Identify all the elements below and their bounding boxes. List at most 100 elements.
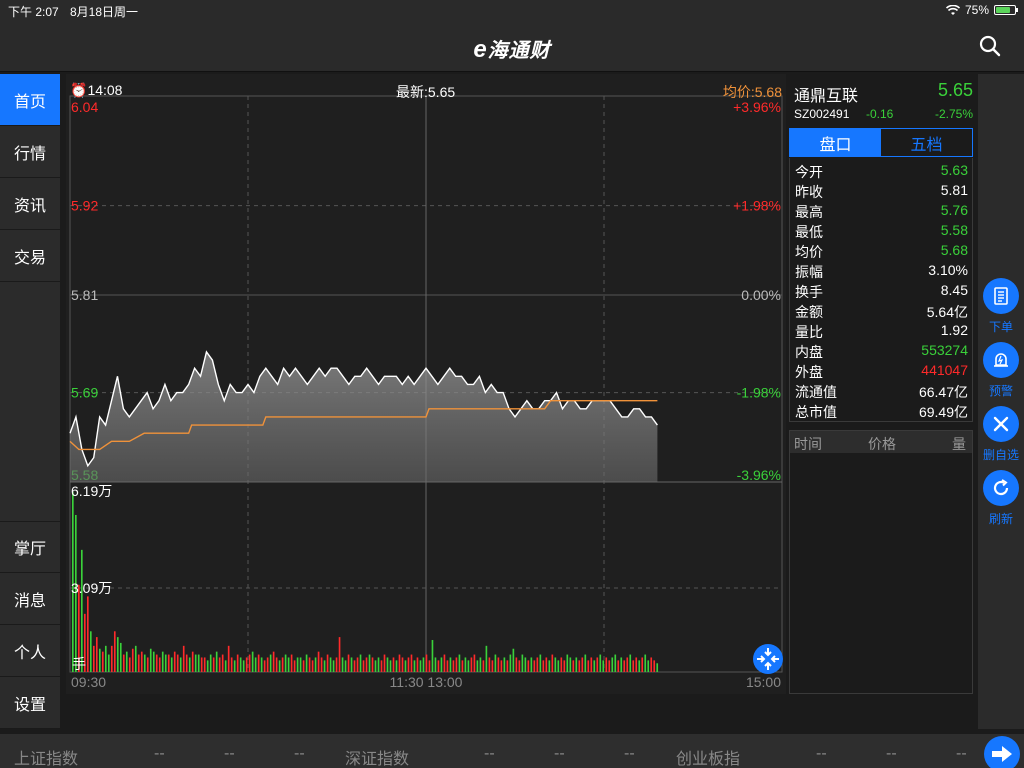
sidebar: 首页 行情 资讯 交易 掌厅 消息 个人 设置 <box>0 74 60 729</box>
stat-row: 金额 5.64亿 <box>790 300 972 320</box>
stat-label: 量比 <box>795 324 823 340</box>
volume-bar <box>563 660 566 672</box>
ticker-sz-name: 深证指数 <box>345 751 410 768</box>
fullscreen-button[interactable] <box>753 644 783 674</box>
place-order-label: 下单 <box>988 320 1013 334</box>
sidebar-item-hall[interactable]: 掌厅 <box>0 521 60 573</box>
remove-watchlist-button[interactable]: 删自选 <box>978 406 1024 463</box>
volume-bar <box>599 654 602 672</box>
sidebar-item-messages[interactable]: 消息 <box>0 573 60 625</box>
sidebar-item-settings[interactable]: 设置 <box>0 677 60 729</box>
sidebar-item-news[interactable]: 资讯 <box>0 178 60 230</box>
stat-value: 69.49亿 <box>918 404 968 420</box>
alert-button[interactable]: 预警 <box>978 342 1024 399</box>
x-label-start: 09:30 <box>71 674 106 690</box>
volume-bar <box>296 657 299 672</box>
volume-bar <box>200 657 203 672</box>
volume-bar <box>533 660 536 672</box>
volume-bar <box>386 657 389 672</box>
tab-orderbook[interactable]: 盘口 <box>790 129 881 156</box>
stat-value: 66.47亿 <box>918 384 968 400</box>
quote-panel: 通鼎互联 5.65 SZ002491 -0.16 -2.75% 盘口 五档 今开… <box>789 76 975 694</box>
chart-time: ⏰14:08 <box>70 82 122 99</box>
ticker-sz-v3: -- <box>624 745 635 762</box>
volume-bar <box>419 660 422 672</box>
volume-bar <box>92 645 95 672</box>
index-ticker[interactable]: 上证指数 -- -- -- 深证指数 -- -- -- 创业板指 -- -- -… <box>0 734 1024 768</box>
app-logo: e海通财 <box>0 34 1024 64</box>
volume-bar <box>395 660 398 672</box>
stat-label: 金额 <box>795 304 823 320</box>
volume-bar <box>614 654 617 672</box>
volume-bar <box>389 660 392 672</box>
volume-bar <box>509 654 512 672</box>
ticker-sz-v2: -- <box>554 745 565 762</box>
volume-bar <box>437 660 440 672</box>
stat-value: 5.68 <box>940 242 968 258</box>
volume-bar <box>539 654 542 672</box>
intraday-chart[interactable]: 6.04+3.96%5.92+1.98%5.810.00%5.69-1.98%5… <box>66 74 786 694</box>
tick-col-volume: 量 <box>952 436 966 452</box>
volume-bar <box>344 660 347 672</box>
volume-bar <box>224 660 227 672</box>
stat-value: 3.10% <box>928 262 968 278</box>
volume-bar <box>317 651 320 672</box>
volume-bar <box>377 657 380 672</box>
volume-bar <box>335 657 338 672</box>
status-date: 8月18日周一 <box>70 5 139 19</box>
price-tick-label: 6.04 <box>71 99 98 115</box>
volume-bar <box>194 654 197 672</box>
stat-label: 最低 <box>795 224 823 240</box>
volume-bar <box>176 654 179 672</box>
ticker-next-button[interactable] <box>984 736 1020 768</box>
volume-bar <box>215 651 218 672</box>
sidebar-item-market[interactable]: 行情 <box>0 126 60 178</box>
volume-bar <box>452 660 455 672</box>
volume-bar <box>518 660 521 672</box>
volume-bar <box>590 657 593 672</box>
volume-bar <box>326 654 329 672</box>
search-button[interactable] <box>978 34 1002 58</box>
volume-bar <box>416 657 419 672</box>
chart-svg: 6.04+3.96%5.92+1.98%5.810.00%5.69-1.98%5… <box>69 95 783 690</box>
volume-bar <box>248 654 251 672</box>
volume-bar <box>86 596 89 672</box>
sidebar-item-trade[interactable]: 交易 <box>0 230 60 282</box>
order-form-icon <box>994 287 1008 305</box>
sidebar-item-home[interactable]: 首页 <box>0 74 60 126</box>
sidebar-item-profile[interactable]: 个人 <box>0 625 60 677</box>
volume-bar <box>605 657 608 672</box>
quote-tabs: 盘口 五档 <box>789 128 973 157</box>
volume-bar <box>488 657 491 672</box>
refresh-button[interactable]: 刷新 <box>978 470 1024 527</box>
volume-bar <box>257 654 260 672</box>
volume-bar <box>500 660 503 672</box>
volume-bar <box>374 660 377 672</box>
stat-row: 流通值 66.47亿 <box>790 380 972 400</box>
remove-watchlist-label: 删自选 <box>982 448 1019 462</box>
stat-row: 内盘 553274 <box>790 340 972 360</box>
volume-bar <box>308 657 311 672</box>
status-bar: 下午 2:07 8月18日周一 75% <box>0 0 1024 20</box>
volume-bar <box>284 654 287 672</box>
volume-bar <box>497 657 500 672</box>
place-order-button[interactable]: 下单 <box>978 278 1024 335</box>
volume-bar <box>143 654 146 672</box>
volume-bar <box>161 651 164 672</box>
volume-bar <box>275 657 278 672</box>
volume-bar <box>179 657 182 672</box>
chart-time-text: 14:08 <box>87 82 123 98</box>
tab-five-levels[interactable]: 五档 <box>881 129 972 156</box>
volume-bar <box>263 660 266 672</box>
price-tick-label: 5.92 <box>71 198 98 214</box>
volume-bar <box>128 657 131 672</box>
volume-bar <box>530 657 533 672</box>
pct-tick-label: -3.96% <box>737 467 781 483</box>
volume-bar <box>164 654 167 672</box>
tick-list[interactable]: 时间 价格 量 <box>789 430 973 694</box>
pct-tick-label: 0.00% <box>741 287 781 303</box>
volume-bar <box>602 660 605 672</box>
volume-bar <box>479 657 482 672</box>
volume-bar <box>449 657 452 672</box>
volume-bar <box>431 640 434 672</box>
